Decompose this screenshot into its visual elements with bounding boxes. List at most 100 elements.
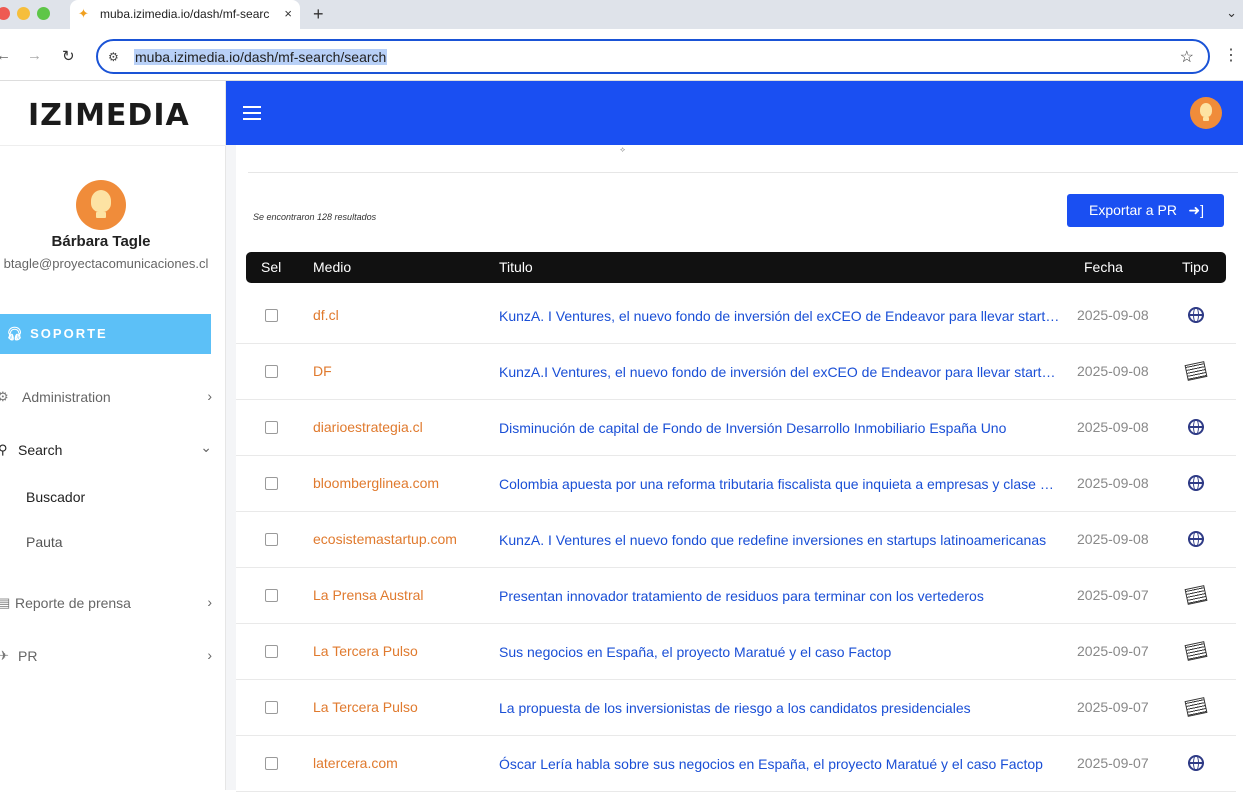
url-text[interactable]: muba.izimedia.io/dash/mf-search/search bbox=[134, 49, 388, 65]
sidebar-item-search[interactable]: ⚲ Search ⌄ bbox=[0, 439, 220, 463]
col-medio[interactable]: Medio bbox=[313, 259, 351, 275]
sidebar-subitem-pauta[interactable]: Pauta bbox=[26, 534, 63, 550]
tab-search-icon[interactable]: ⌄ bbox=[1226, 5, 1237, 21]
col-tipo[interactable]: Tipo bbox=[1182, 259, 1209, 275]
globe-icon bbox=[1186, 304, 1208, 326]
user-name: Bárbara Tagle bbox=[51, 233, 151, 250]
close-tab-icon[interactable]: × bbox=[284, 6, 292, 21]
table-header: Sel Medio Titulo Fecha Tipo bbox=[246, 252, 1226, 283]
row-medio[interactable]: La Tercera Pulso bbox=[313, 643, 418, 659]
row-titulo-link[interactable]: Colombia apuesta por una reforma tributa… bbox=[499, 476, 1061, 492]
main-content: ⟡ Se encontraron 128 resultados Exportar… bbox=[226, 145, 1243, 792]
row-medio[interactable]: df.cl bbox=[313, 307, 339, 323]
chevron-right-icon: › bbox=[207, 647, 212, 663]
divider bbox=[248, 172, 1238, 173]
lightbulb-icon bbox=[91, 190, 111, 212]
table-row: latercera.com Óscar Lería habla sobre sus… bbox=[236, 736, 1236, 792]
support-button[interactable]: 🎧︎ SOPORTE bbox=[0, 314, 211, 354]
table-row: bloomberglinea.com Colombia apuesta por u… bbox=[236, 456, 1236, 512]
sidebar-item-reporte-prensa[interactable]: ▤ Reporte de prensa › bbox=[0, 592, 220, 616]
browser-tab[interactable]: ✦ muba.izimedia.io/dash/mf-search × bbox=[70, 0, 300, 29]
row-select-checkbox[interactable] bbox=[265, 421, 278, 434]
newspaper-icon bbox=[1184, 360, 1208, 382]
bookmark-star-icon[interactable]: ☆ bbox=[1180, 47, 1194, 67]
row-select-checkbox[interactable] bbox=[265, 365, 278, 378]
row-select-checkbox[interactable] bbox=[265, 645, 278, 658]
decorative-mark: ⟡ bbox=[620, 145, 626, 154]
forward-icon[interactable]: → bbox=[27, 47, 42, 64]
hamburger-menu-icon[interactable] bbox=[243, 106, 261, 120]
table-row: diarioestrategia.cl Disminución de capita… bbox=[236, 400, 1236, 456]
row-medio[interactable]: bloomberglinea.com bbox=[313, 475, 439, 491]
row-medio[interactable]: DF bbox=[313, 363, 332, 379]
col-fecha[interactable]: Fecha bbox=[1084, 259, 1123, 275]
row-select-checkbox[interactable] bbox=[265, 533, 278, 546]
new-tab-button[interactable]: + bbox=[313, 4, 324, 25]
lightbulb-base bbox=[1203, 117, 1209, 121]
row-select-checkbox[interactable] bbox=[265, 589, 278, 602]
row-select-checkbox[interactable] bbox=[265, 701, 278, 714]
row-fecha: 2025-09-07 bbox=[1077, 587, 1149, 603]
row-medio[interactable]: ecosistemastartup.com bbox=[313, 531, 457, 547]
izimedia-logo[interactable]: IZIMEDIA bbox=[28, 98, 190, 133]
reload-icon[interactable]: ↻ bbox=[62, 47, 75, 65]
row-medio[interactable]: La Tercera Pulso bbox=[313, 699, 418, 715]
sidebar-item-label: PR bbox=[18, 648, 38, 664]
sidebar-item-administration[interactable]: ⚙ Administration › bbox=[0, 386, 220, 410]
support-label: SOPORTE bbox=[30, 326, 108, 341]
maximize-window-button[interactable] bbox=[37, 7, 50, 20]
user-avatar[interactable] bbox=[76, 180, 126, 230]
table-row: df.cl KunzA. I Ventures, el nuevo fondo d… bbox=[236, 288, 1236, 344]
clipboard-icon: ▤ bbox=[0, 595, 11, 610]
row-fecha: 2025-09-08 bbox=[1077, 531, 1149, 547]
sign-in-icon: ➜] bbox=[1188, 202, 1204, 218]
col-sel: Sel bbox=[261, 259, 282, 275]
row-titulo-link[interactable]: KunzA. I Ventures el nuevo fondo que red… bbox=[499, 532, 1061, 548]
logo-area: IZIMEDIA bbox=[0, 81, 226, 146]
newspaper-icon bbox=[1184, 584, 1208, 606]
row-fecha: 2025-09-07 bbox=[1077, 699, 1149, 715]
row-medio[interactable]: diarioestrategia.cl bbox=[313, 419, 423, 435]
row-titulo-link[interactable]: Presentan innovador tratamiento de resid… bbox=[499, 588, 1061, 604]
chevron-right-icon: › bbox=[207, 594, 212, 610]
row-titulo-link[interactable]: Óscar Lería habla sobre sus negocios en … bbox=[499, 756, 1061, 772]
row-titulo-link[interactable]: KunzA. I Ventures, el nuevo fondo de inv… bbox=[499, 308, 1061, 324]
table-row: La Prensa Austral Presentan innovador tra… bbox=[236, 568, 1236, 624]
sidebar-item-label: Reporte de prensa bbox=[15, 595, 131, 611]
row-medio[interactable]: La Prensa Austral bbox=[313, 587, 424, 603]
row-titulo-link[interactable]: Sus negocios en España, el proyecto Mara… bbox=[499, 644, 1061, 660]
address-bar[interactable]: ⚙ muba.izimedia.io/dash/mf-search/search… bbox=[96, 39, 1210, 74]
row-titulo-link[interactable]: La propuesta de los inversionistas de ri… bbox=[499, 700, 1061, 716]
newspaper-icon bbox=[1184, 696, 1208, 718]
sidebar-item-label: Search bbox=[18, 442, 63, 458]
row-titulo-link[interactable]: Disminución de capital de Fondo de Inver… bbox=[499, 420, 1061, 436]
row-fecha: 2025-09-08 bbox=[1077, 475, 1149, 491]
col-titulo[interactable]: Titulo bbox=[499, 259, 533, 275]
row-fecha: 2025-09-07 bbox=[1077, 755, 1149, 771]
site-settings-icon[interactable]: ⚙ bbox=[108, 50, 119, 64]
row-titulo-link[interactable]: KunzA.I Ventures, el nuevo fondo de inve… bbox=[499, 364, 1061, 380]
row-select-checkbox[interactable] bbox=[265, 309, 278, 322]
row-select-checkbox[interactable] bbox=[265, 477, 278, 490]
sidebar-item-pr[interactable]: ✈ PR › bbox=[0, 645, 220, 669]
globe-icon bbox=[1186, 528, 1208, 550]
chevron-down-icon: ⌄ bbox=[200, 439, 212, 455]
table-row: La Tercera Pulso Sus negocios en España, … bbox=[236, 624, 1236, 680]
globe-icon bbox=[1186, 752, 1208, 774]
sidebar: IZIMEDIA Bárbara Tagle btagle@proyectaco… bbox=[0, 81, 226, 790]
row-fecha: 2025-09-08 bbox=[1077, 307, 1149, 323]
row-fecha: 2025-09-08 bbox=[1077, 363, 1149, 379]
search-icon: ⚲ bbox=[0, 442, 8, 457]
table-row: DF KunzA.I Ventures, el nuevo fondo de in… bbox=[236, 344, 1236, 400]
row-medio[interactable]: latercera.com bbox=[313, 755, 398, 771]
export-pr-button[interactable]: Exportar a PR ➜] bbox=[1067, 194, 1224, 227]
header-avatar[interactable] bbox=[1190, 97, 1222, 129]
row-select-checkbox[interactable] bbox=[265, 757, 278, 770]
browser-menu-icon[interactable]: ⋮ bbox=[1223, 45, 1239, 65]
close-window-button[interactable] bbox=[0, 7, 10, 20]
back-icon[interactable]: ← bbox=[0, 47, 11, 64]
sidebar-subitem-buscador[interactable]: Buscador bbox=[26, 489, 85, 505]
minimize-window-button[interactable] bbox=[17, 7, 30, 20]
results-card: ⟡ Se encontraron 128 resultados Exportar… bbox=[236, 145, 1243, 792]
results-count: Se encontraron 128 resultados bbox=[253, 212, 377, 222]
